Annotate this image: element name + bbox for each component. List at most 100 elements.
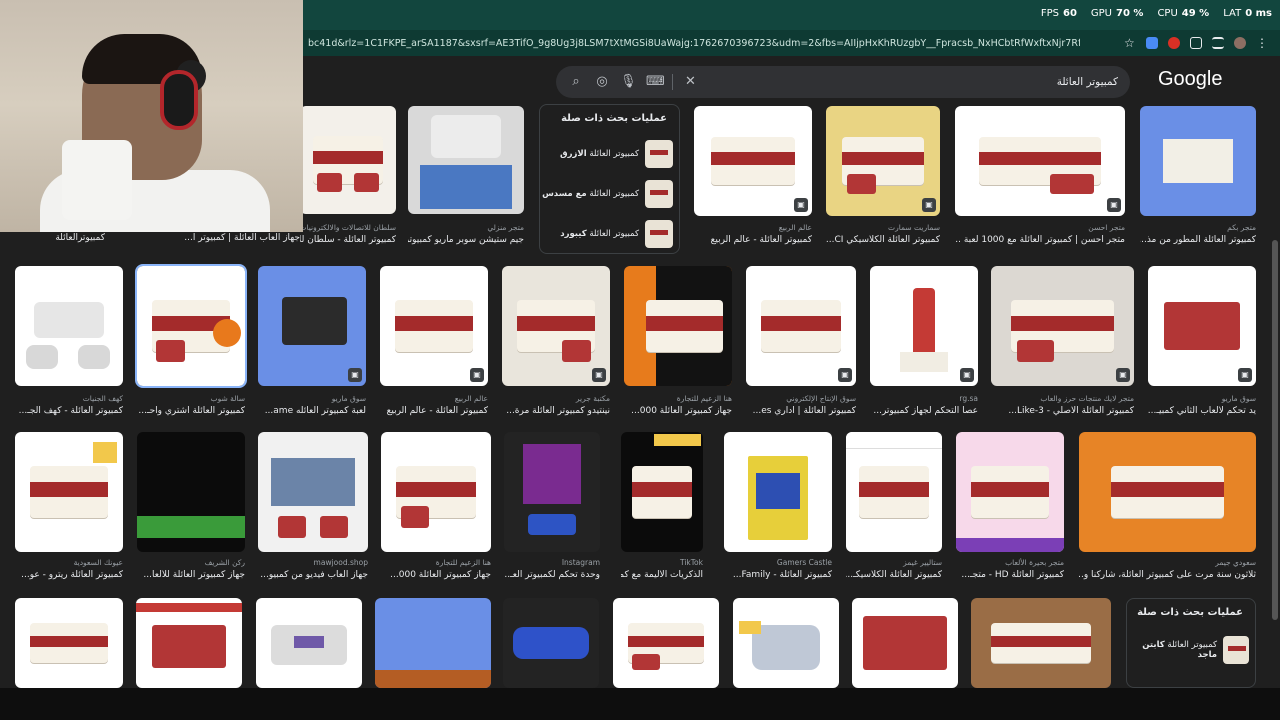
related-search-item[interactable]: كمبيوتر العائلة كيبورد (560, 217, 675, 251)
result-thumbnail[interactable] (408, 106, 524, 214)
record-extension-icon[interactable] (1168, 37, 1180, 49)
result-title[interactable]: كمبيوتر العائلة الكلاسيكي CI... (826, 235, 940, 245)
keyboard-icon[interactable]: ⌨ (646, 74, 665, 90)
result-thumbnail[interactable] (624, 266, 732, 386)
result-tile[interactable] (613, 598, 719, 688)
result-tile[interactable]: كهف الجنيات كمبيوتر العائلة - كهف الجـ..… (15, 266, 123, 418)
result-thumbnail[interactable] (733, 598, 839, 688)
result-tile[interactable] (971, 598, 1111, 688)
result-tile[interactable]: هنا الزعيم للتجارة جهاز كمبيوتر العائلة … (381, 432, 491, 582)
result-tile[interactable]: ستاليير غيمز كمبيوتر العائلة الكلاسيكـ..… (846, 432, 942, 582)
result-title[interactable]: متجر احسن | كمبيوتر العائلة مع 1000 لعبة… (955, 235, 1125, 245)
result-title[interactable]: كمبيوتر العائلة المطور من مذ... (1140, 235, 1256, 245)
save-icon[interactable]: ▣ (470, 368, 484, 382)
result-title[interactable]: الذكريات الأليمة مع كمـ... (621, 570, 703, 580)
result-thumbnail[interactable]: ▣ (1148, 266, 1256, 386)
result-tile[interactable]: عيونك السعودية كمبيوتر العائلة ريترو - ع… (15, 432, 123, 582)
menu-icon[interactable]: ⋮ (1256, 37, 1268, 49)
result-thumbnail[interactable] (375, 598, 491, 688)
result-thumbnail[interactable] (15, 432, 123, 552)
save-icon[interactable]: ▣ (1238, 368, 1252, 382)
save-icon[interactable]: ▣ (592, 368, 606, 382)
result-title[interactable]: كمبيوتر العائلة | اداري es... (746, 406, 856, 416)
close-icon[interactable]: ✕ (672, 74, 698, 90)
result-tile[interactable]: ▣ سوق ماريو لعبة كمبيوتر العائله ame... (258, 266, 366, 418)
result-tile[interactable]: ▣ عالم الربيع كمبيوتر العائلة - عالم الر… (694, 106, 812, 246)
result-title[interactable]: كمبيوتر العائلة - كهف الجـ... (15, 406, 123, 416)
result-tile[interactable]: سعودي جيمر ثلاثون سنة مرت على كمبيوتر ال… (1079, 432, 1256, 582)
result-title[interactable]: جيم ستيشن سوبر ماريو كمبيوتر ا... (408, 235, 524, 245)
result-tile[interactable] (256, 598, 362, 688)
result-tile[interactable] (503, 598, 599, 688)
save-icon[interactable]: ▣ (1107, 198, 1121, 212)
search-input[interactable]: كمبيوتر العائلة (1057, 76, 1118, 88)
result-tile[interactable] (136, 598, 242, 688)
google-logo[interactable]: Google (1158, 68, 1223, 91)
puzzle-icon[interactable] (1190, 37, 1202, 49)
mic-icon[interactable]: 🎙 (620, 74, 637, 90)
result-title[interactable]: كمبيوتر العائلة HD - متجـ... (956, 570, 1064, 580)
result-tile[interactable]: ▣ مكتبة جرير نينتيدو كمبيوتر العائلة مرة… (502, 266, 610, 418)
result-thumbnail[interactable] (971, 598, 1111, 688)
save-icon[interactable]: ▣ (838, 368, 852, 382)
result-thumbnail[interactable] (503, 598, 599, 688)
result-tile[interactable]: هنا الزعيم للتجارة جهاز كمبيوتر العائلة … (624, 266, 732, 418)
result-thumbnail[interactable] (15, 598, 123, 688)
result-tile[interactable] (375, 598, 491, 688)
result-thumbnail[interactable] (135, 264, 247, 388)
search-icon[interactable]: ⌕ (568, 74, 584, 90)
result-title[interactable]: كمبيوتر العائلة الكلاسيكـ... (846, 570, 942, 580)
save-icon[interactable]: ▣ (794, 198, 808, 212)
result-thumbnail[interactable]: ▣ (826, 106, 940, 216)
result-title[interactable]: كمبيوتر العائلة - سلطان للاتـ... (300, 235, 396, 245)
result-title[interactable]: لعبة كمبيوتر العائله ame... (258, 406, 366, 416)
avatar[interactable] (1234, 37, 1246, 49)
result-tile[interactable]: سالة شوب كمبيوتر العائلة اشتري واحـ... (135, 264, 247, 418)
result-tile[interactable]: ▣ متجر لايك منتجات حرز والعاب كمبيوتر ال… (991, 266, 1134, 418)
result-title[interactable]: كمبيوتر العائلة - عالم الربيع (694, 235, 812, 245)
result-thumbnail[interactable] (724, 432, 832, 552)
result-title[interactable]: جهاز العاب العائلة | كمبيوتر ا... (120, 233, 300, 243)
result-thumbnail[interactable] (136, 598, 242, 688)
search-box[interactable]: ⌕ ◎ 🎙 ⌨ ✕ كمبيوتر العائلة (556, 66, 1130, 98)
result-title[interactable]: جهاز كمبيوتر العائلة 000... (381, 570, 491, 580)
result-tile[interactable]: ركن الشريف جهاز كمبيوتر العائلة للألعا..… (137, 432, 245, 582)
result-thumbnail[interactable] (381, 432, 491, 552)
result-thumbnail[interactable] (1140, 106, 1256, 216)
save-icon[interactable]: ▣ (960, 368, 974, 382)
star-icon[interactable]: ☆ (1124, 37, 1136, 49)
result-thumbnail[interactable]: ▣ (746, 266, 856, 386)
result-thumbnail[interactable] (621, 432, 703, 552)
result-thumbnail[interactable] (1079, 432, 1256, 552)
extension-icon[interactable] (1146, 37, 1158, 49)
result-title[interactable]: نينتيدو كمبيوتر العائلة مرة... (502, 406, 610, 416)
result-tile[interactable]: TikTok الذكريات الأليمة مع كمـ... (621, 432, 703, 582)
result-thumbnail[interactable] (300, 106, 396, 214)
media-icon[interactable] (1212, 37, 1224, 49)
result-tile[interactable]: ▣ سوق ماريو يد تحكم لألعاب الثاني كمبيـ.… (1148, 266, 1256, 418)
result-tile[interactable] (733, 598, 839, 688)
result-title[interactable]: عصا التحكم لجهاز كمبيوتر... (870, 406, 978, 416)
page-scrollbar[interactable] (1272, 240, 1278, 620)
result-tile[interactable]: Gamers Castle كمبيوتر العائلة - Family..… (724, 432, 832, 582)
result-tile[interactable]: ▣ متجر احسن متجر احسن | كمبيوتر العائلة … (955, 106, 1125, 246)
save-icon[interactable]: ▣ (1116, 368, 1130, 382)
result-thumbnail[interactable]: ▣ (258, 266, 366, 386)
result-thumbnail[interactable] (852, 598, 958, 688)
save-icon[interactable]: ▣ (348, 368, 362, 382)
result-title[interactable]: كمبيوتر العائلة - Family... (724, 570, 832, 580)
result-thumbnail[interactable]: ▣ (502, 266, 610, 386)
result-thumbnail[interactable] (258, 432, 368, 552)
result-tile[interactable]: Instagram وحدة تحكم لكمبيوتر العـ... (504, 432, 600, 582)
related-search-item[interactable]: كمبيوتر العائلة مع مسدس (542, 177, 675, 211)
related-search-item[interactable]: كمبيوتر العائلة كابتن ماجد (1127, 633, 1251, 667)
result-thumbnail[interactable]: ▣ (991, 266, 1134, 386)
result-thumbnail[interactable] (137, 432, 245, 552)
result-tile[interactable] (15, 598, 123, 688)
result-thumbnail[interactable]: ▣ (694, 106, 812, 216)
result-thumbnail[interactable] (256, 598, 362, 688)
result-thumbnail[interactable] (504, 432, 600, 552)
result-tile[interactable]: ▣ سوق الإنتاج الإلكتروني كمبيوتر العائلة… (746, 266, 856, 418)
result-thumbnail[interactable] (846, 432, 942, 552)
result-title[interactable]: جهاز كمبيوتر العائلة للألعا... (137, 570, 245, 580)
